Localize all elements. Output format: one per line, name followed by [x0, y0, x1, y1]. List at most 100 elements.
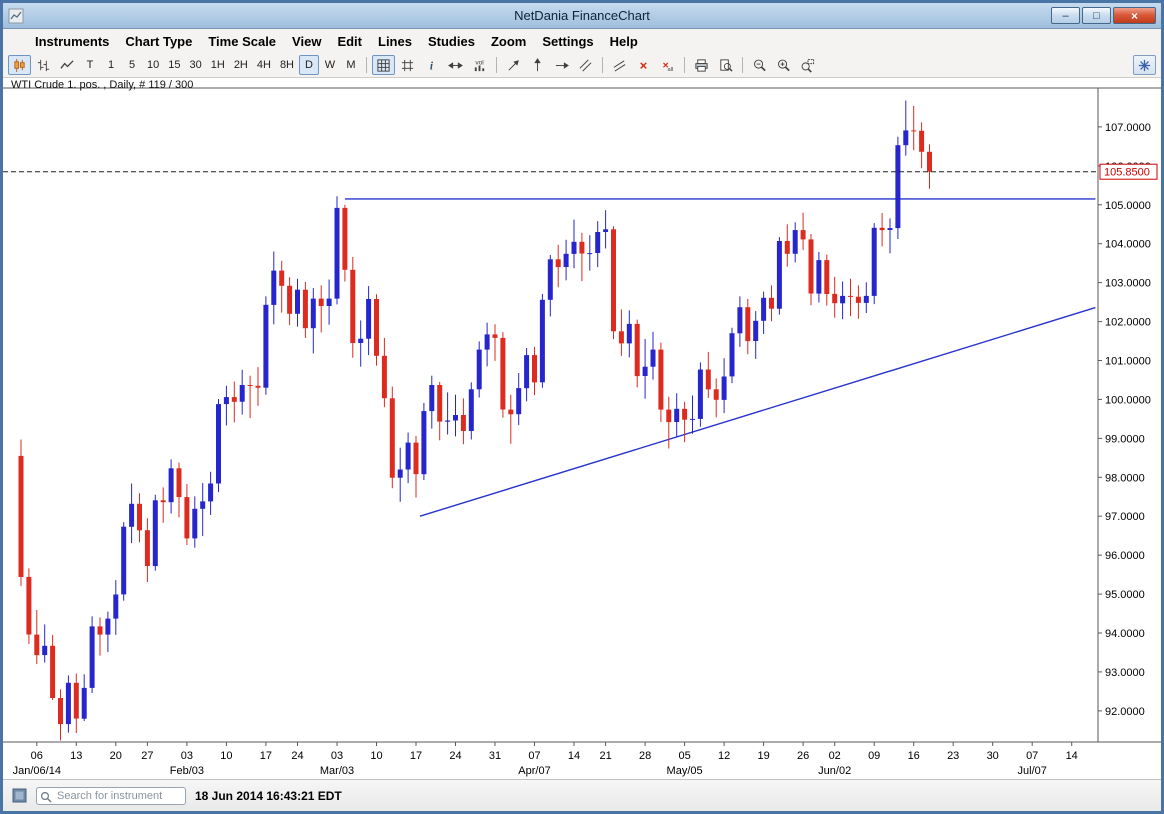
- svg-text:all: all: [668, 67, 674, 73]
- price-marker: 105.8500: [1100, 164, 1157, 179]
- svg-text:14: 14: [1066, 750, 1078, 762]
- svg-text:07: 07: [528, 750, 540, 762]
- svg-text:101.0000: 101.0000: [1105, 356, 1151, 368]
- window-title: NetDania FinanceChart: [514, 8, 650, 23]
- zoom-out-icon[interactable]: [748, 55, 771, 75]
- vertical-line-tool-icon[interactable]: [526, 55, 549, 75]
- info-icon[interactable]: i: [420, 55, 443, 75]
- screen: { "window": { "title": "NetDania Finance…: [0, 0, 1164, 814]
- timestamp: 18 Jun 2014 16:43:21 EDT: [195, 789, 342, 803]
- svg-text:10: 10: [370, 750, 382, 762]
- menu-item-zoom[interactable]: Zoom: [483, 32, 534, 51]
- svg-text:03: 03: [331, 750, 343, 762]
- menu-item-lines[interactable]: Lines: [370, 32, 420, 51]
- menu-item-help[interactable]: Help: [602, 32, 646, 51]
- window-controls: – □ ×: [1051, 7, 1156, 24]
- channel-tool-icon[interactable]: [574, 55, 597, 75]
- menu-item-time-scale[interactable]: Time Scale: [200, 32, 284, 51]
- line-chart-icon[interactable]: [56, 55, 79, 75]
- timeframe-w-button[interactable]: W: [320, 55, 340, 75]
- svg-text:26: 26: [797, 750, 809, 762]
- app-icon[interactable]: [8, 8, 24, 24]
- svg-text:27: 27: [141, 750, 153, 762]
- status-bar: 18 Jun 2014 16:43:21 EDT: [3, 779, 1161, 811]
- menu-bar: InstrumentsChart TypeTime ScaleViewEditL…: [3, 29, 1161, 53]
- svg-text:99.0000: 99.0000: [1105, 433, 1145, 445]
- zoom-box-icon[interactable]: [796, 55, 819, 75]
- timeframe-1-button[interactable]: 1: [101, 55, 121, 75]
- menu-item-instruments[interactable]: Instruments: [27, 32, 117, 51]
- toolbar-separator: [742, 57, 743, 73]
- print-preview-icon[interactable]: [714, 55, 737, 75]
- timeframe-t-button[interactable]: T: [80, 55, 100, 75]
- svg-text:17: 17: [410, 750, 422, 762]
- timeframe-30-button[interactable]: 30: [186, 55, 206, 75]
- svg-text:94.0000: 94.0000: [1105, 628, 1145, 640]
- pin-window-icon[interactable]: [1133, 55, 1156, 75]
- toolbar: T151015301H2H4H8HDWMivol××all: [3, 53, 1161, 78]
- grid-icon[interactable]: [372, 55, 395, 75]
- close-button[interactable]: ×: [1113, 7, 1156, 24]
- menu-item-settings[interactable]: Settings: [534, 32, 601, 51]
- svg-text:13: 13: [70, 750, 82, 762]
- menu-item-view[interactable]: View: [284, 32, 329, 51]
- candlestick-chart[interactable]: 107.0000106.0000105.0000104.0000103.0000…: [3, 78, 1161, 779]
- volume-icon[interactable]: vol: [468, 55, 491, 75]
- svg-text:98.0000: 98.0000: [1105, 472, 1145, 484]
- app-window: NetDania FinanceChart – □ × InstrumentsC…: [0, 0, 1164, 814]
- timeframe-d-button[interactable]: D: [299, 55, 319, 75]
- chart-plot-area[interactable]: [3, 88, 1098, 742]
- timeframe-10-button[interactable]: 10: [143, 55, 163, 75]
- svg-text:24: 24: [449, 750, 461, 762]
- horizontal-scroll-icon[interactable]: [444, 55, 467, 75]
- crosshair-grid-icon[interactable]: [396, 55, 419, 75]
- svg-text:09: 09: [868, 750, 880, 762]
- svg-text:06: 06: [31, 750, 43, 762]
- instrument-label: WTI Crude 1. pos. , Daily, # 119 / 300: [11, 79, 193, 91]
- horizontal-line-tool-icon[interactable]: [550, 55, 573, 75]
- timeframe-1h-button[interactable]: 1H: [207, 55, 229, 75]
- timeframe-m-button[interactable]: M: [341, 55, 361, 75]
- search-box: [36, 787, 186, 805]
- minimize-button[interactable]: –: [1051, 7, 1080, 24]
- svg-text:95.0000: 95.0000: [1105, 589, 1145, 601]
- search-input[interactable]: [36, 787, 186, 805]
- svg-text:Jul/07: Jul/07: [1018, 765, 1047, 777]
- ohlc-bars-icon[interactable]: [32, 55, 55, 75]
- svg-text:100.0000: 100.0000: [1105, 394, 1151, 406]
- menu-item-chart-type[interactable]: Chart Type: [117, 32, 200, 51]
- timeframe-4h-button[interactable]: 4H: [253, 55, 275, 75]
- svg-text:21: 21: [599, 750, 611, 762]
- timeframe-8h-button[interactable]: 8H: [276, 55, 298, 75]
- candlestick-chart-icon[interactable]: [8, 55, 31, 75]
- svg-text:28: 28: [639, 750, 651, 762]
- svg-text:96.0000: 96.0000: [1105, 550, 1145, 562]
- svg-text:12: 12: [718, 750, 730, 762]
- svg-text:07: 07: [1026, 750, 1038, 762]
- menu-item-edit[interactable]: Edit: [329, 32, 370, 51]
- maximize-button[interactable]: □: [1082, 7, 1111, 24]
- timeframe-15-button[interactable]: 15: [164, 55, 184, 75]
- svg-text:Feb/03: Feb/03: [170, 765, 204, 777]
- timeframe-2h-button[interactable]: 2H: [230, 55, 252, 75]
- parallel-lines-tool-icon[interactable]: [608, 55, 631, 75]
- svg-text:Jun/02: Jun/02: [818, 765, 851, 777]
- zoom-in-icon[interactable]: [772, 55, 795, 75]
- trend-line-tool-icon[interactable]: [502, 55, 525, 75]
- svg-text:102.0000: 102.0000: [1105, 317, 1151, 329]
- svg-text:Jan/06/14: Jan/06/14: [13, 765, 61, 777]
- delete-all-lines-icon[interactable]: ×all: [656, 55, 679, 75]
- svg-text:Mar/03: Mar/03: [320, 765, 354, 777]
- print-icon[interactable]: [690, 55, 713, 75]
- svg-text:17: 17: [260, 750, 272, 762]
- svg-text:93.0000: 93.0000: [1105, 667, 1145, 679]
- svg-text:24: 24: [291, 750, 303, 762]
- svg-text:105.8500: 105.8500: [1104, 167, 1150, 179]
- titlebar: NetDania FinanceChart – □ ×: [3, 3, 1161, 29]
- toolbar-separator: [684, 57, 685, 73]
- timeframe-5-button[interactable]: 5: [122, 55, 142, 75]
- svg-text:02: 02: [829, 750, 841, 762]
- menu-item-studies[interactable]: Studies: [420, 32, 483, 51]
- svg-text:10: 10: [220, 750, 232, 762]
- delete-line-icon[interactable]: ×: [632, 55, 655, 75]
